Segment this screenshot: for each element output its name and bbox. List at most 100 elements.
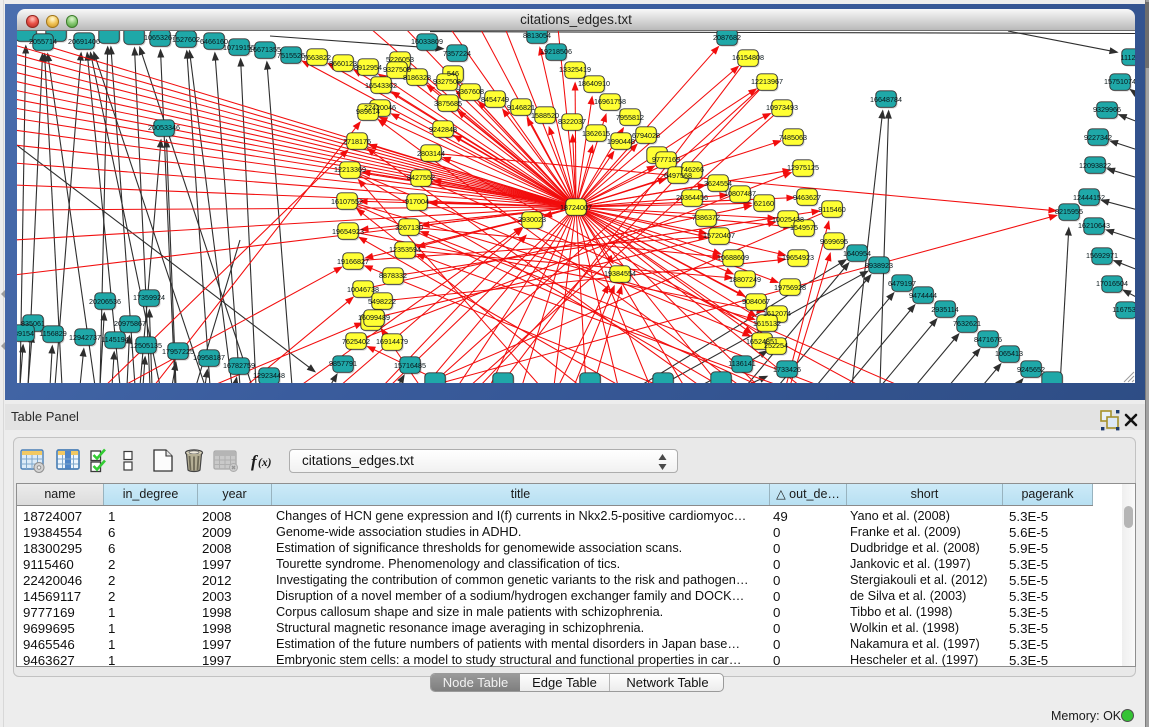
- svg-text:9463627: 9463627: [793, 193, 821, 202]
- svg-text:15716485: 15716485: [394, 361, 426, 370]
- svg-text:9327508: 9327508: [433, 77, 461, 86]
- svg-text:1640954: 1640954: [843, 249, 871, 258]
- svg-text:19384554: 19384554: [604, 269, 636, 278]
- svg-text:1065413: 1065413: [995, 349, 1023, 358]
- svg-text:2055714: 2055714: [29, 37, 57, 46]
- svg-text:1136141: 1136141: [728, 359, 755, 368]
- svg-text:8322037: 8322037: [558, 117, 586, 126]
- svg-text:19654923: 19654923: [332, 227, 364, 236]
- svg-text:8660123: 8660123: [329, 59, 357, 68]
- svg-text:3875685: 3875685: [434, 99, 462, 108]
- svg-text:19166827: 19166827: [337, 257, 369, 266]
- svg-text:18640910: 18640910: [578, 79, 610, 88]
- svg-text:8454749: 8454749: [481, 95, 509, 104]
- svg-text:746266: 746266: [680, 165, 704, 174]
- svg-text:7632621: 7632621: [953, 319, 981, 328]
- svg-text:18807249: 18807249: [729, 275, 761, 284]
- svg-text:10958187: 10958187: [193, 353, 225, 362]
- svg-text:252254: 252254: [764, 341, 788, 350]
- svg-text:(x): (x): [258, 457, 272, 469]
- svg-text:3624554: 3624554: [704, 179, 732, 188]
- svg-text:1990448: 1990448: [607, 137, 635, 146]
- svg-text:16782759: 16782759: [223, 361, 255, 370]
- svg-text:10046738: 10046738: [347, 285, 379, 294]
- svg-text:16648784: 16648784: [870, 95, 902, 104]
- svg-text:15751074: 15751074: [1104, 77, 1135, 86]
- svg-text:7515526: 7515526: [277, 51, 305, 60]
- svg-text:111227: 111227: [1121, 53, 1135, 62]
- svg-text:2718176: 2718176: [343, 137, 371, 146]
- svg-text:1145194: 1145194: [101, 335, 128, 344]
- svg-text:17359924: 17359924: [133, 293, 165, 302]
- svg-text:12213967: 12213967: [751, 77, 783, 86]
- svg-text:1615132: 1615132: [753, 319, 781, 328]
- svg-text:17957225: 17957225: [162, 347, 194, 356]
- svg-text:9084067: 9084067: [742, 297, 770, 306]
- svg-text:15692971: 15692971: [1086, 251, 1118, 260]
- svg-text:5498222: 5498222: [368, 297, 396, 306]
- svg-text:1549575: 1549575: [790, 223, 818, 232]
- svg-text:8912954: 8912954: [354, 63, 382, 72]
- svg-text:16107552: 16107552: [331, 197, 363, 206]
- svg-text:2803144: 2803144: [417, 149, 445, 158]
- svg-text:12505135: 12505135: [130, 341, 162, 350]
- svg-text:19218506: 19218506: [540, 47, 572, 56]
- svg-text:917004: 917004: [405, 197, 429, 206]
- svg-text:12923448: 12923448: [253, 371, 285, 380]
- svg-text:62160: 62160: [754, 199, 774, 208]
- svg-text:1588520: 1588520: [531, 111, 559, 120]
- svg-text:9857791: 9857791: [329, 359, 357, 368]
- svg-text:10973493: 10973493: [766, 103, 798, 112]
- svg-text:13325419: 13325419: [559, 65, 591, 74]
- svg-text:2087682: 2087682: [713, 33, 741, 42]
- svg-text:16210643: 16210643: [1078, 221, 1110, 230]
- svg-text:7386372: 7386372: [692, 213, 720, 222]
- svg-text:7357224: 7357224: [443, 49, 471, 58]
- svg-text:16914479: 16914479: [376, 337, 408, 346]
- svg-text:9777169: 9777169: [652, 155, 680, 164]
- svg-text:9245652: 9245652: [1017, 365, 1045, 374]
- svg-text:39154: 39154: [17, 329, 34, 338]
- svg-text:12353594: 12353594: [389, 245, 421, 254]
- svg-text:1167533: 1167533: [1112, 305, 1135, 314]
- svg-text:16033809: 16033809: [411, 37, 443, 46]
- svg-text:1733426: 1733426: [773, 365, 801, 374]
- svg-text:8813054: 8813054: [523, 31, 551, 40]
- svg-text:8427552: 8427552: [407, 173, 435, 182]
- svg-text:1527602: 1527602: [172, 35, 200, 44]
- svg-text:835061: 835061: [21, 319, 45, 328]
- svg-text:16154808: 16154808: [732, 53, 764, 62]
- svg-text:12444152: 12444152: [1073, 193, 1105, 202]
- svg-text:19756928: 19756928: [774, 283, 806, 292]
- svg-text:2930023: 2930023: [518, 215, 546, 224]
- svg-text:1156829: 1156829: [39, 329, 66, 338]
- svg-text:12942737: 12942737: [69, 333, 101, 342]
- svg-text:6794028: 6794028: [632, 131, 660, 140]
- svg-text:8186328: 8186328: [403, 73, 431, 82]
- svg-text:20975867: 20975867: [114, 319, 146, 328]
- svg-text:7485063: 7485063: [779, 133, 807, 142]
- svg-text:20364456: 20364456: [676, 193, 708, 202]
- svg-text:6479197: 6479197: [888, 279, 916, 288]
- svg-text:16543362: 16543362: [365, 81, 397, 90]
- svg-text:18724007: 18724007: [560, 203, 592, 212]
- svg-text:5226053: 5226053: [386, 55, 414, 64]
- svg-text:9699695: 9699695: [820, 237, 848, 246]
- svg-text:9329966: 9329966: [1093, 105, 1121, 114]
- svg-text:9242848: 9242848: [429, 125, 457, 134]
- svg-text:9115460: 9115460: [818, 205, 845, 214]
- svg-text:19654923: 19654923: [782, 253, 814, 262]
- svg-text:12213369: 12213369: [334, 165, 366, 174]
- svg-text:12975125: 12975125: [787, 163, 819, 172]
- svg-text:2935114: 2935114: [931, 305, 958, 314]
- svg-text:989614: 989614: [356, 107, 380, 116]
- svg-text:8471676: 8471676: [974, 335, 1002, 344]
- svg-text:8938923: 8938923: [865, 261, 893, 270]
- svg-text:7663822: 7663822: [303, 53, 331, 62]
- svg-text:7955812: 7955812: [616, 113, 644, 122]
- svg-text:17016504: 17016504: [1096, 279, 1128, 288]
- svg-text:1362615: 1362615: [582, 129, 610, 138]
- svg-text:12093822: 12093822: [1079, 161, 1111, 170]
- svg-text:8878332: 8878332: [379, 271, 407, 280]
- svg-text:8215955: 8215955: [1055, 207, 1083, 216]
